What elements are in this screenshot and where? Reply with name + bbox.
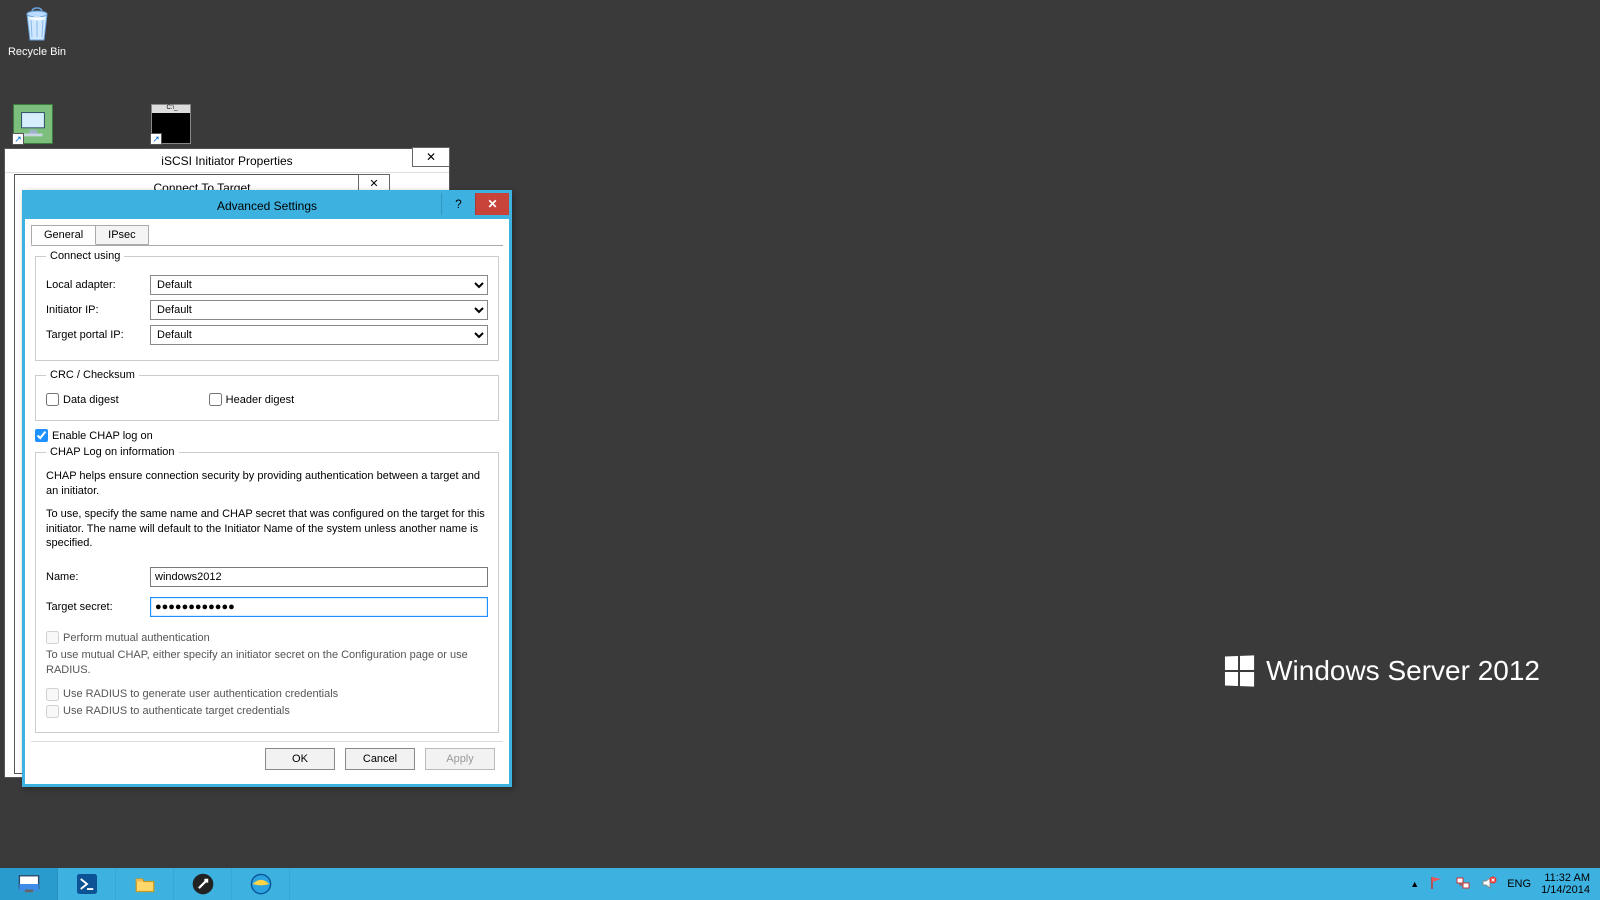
close-button[interactable]: ✕ (475, 193, 509, 215)
taskbar: ▲ ENG 11:32 AM 1/14/2014 (0, 868, 1600, 900)
mutual-auth-info: To use mutual CHAP, either specify an in… (46, 648, 488, 678)
os-watermark: Windows Server 2012 (1224, 655, 1540, 687)
taskbar-server-manager[interactable] (0, 868, 58, 900)
dialog-titlebar[interactable]: Advanced Settings ? ✕ (25, 193, 509, 219)
tab-ipsec[interactable]: IPsec (95, 225, 149, 245)
tray-overflow-icon[interactable]: ▲ (1410, 879, 1419, 889)
tab-general[interactable]: General (31, 225, 96, 245)
chap-info-2: To use, specify the same name and CHAP s… (46, 507, 488, 552)
initiator-ip-select[interactable]: Default (150, 300, 488, 320)
desktop-shortcut-1[interactable]: ↗ (10, 104, 56, 146)
crc-legend: CRC / Checksum (46, 369, 139, 381)
connect-using-legend: Connect using (46, 250, 124, 262)
help-button[interactable]: ? (441, 193, 475, 215)
tray-network-icon[interactable] (1455, 875, 1471, 894)
cancel-button[interactable]: Cancel (345, 748, 415, 770)
target-secret-input[interactable] (150, 597, 488, 617)
chap-group: CHAP Log on information CHAP helps ensur… (35, 446, 499, 733)
tray-time: 11:32 AM (1541, 872, 1590, 884)
header-digest-checkbox[interactable]: Header digest (209, 393, 295, 406)
mutual-auth-checkbox[interactable]: Perform mutual authentication (46, 631, 488, 644)
radius-authenticate-checkbox[interactable]: Use RADIUS to authenticate target creden… (46, 705, 488, 718)
taskbar-powershell[interactable] (58, 868, 116, 900)
recycle-bin[interactable]: Recycle Bin (2, 4, 72, 58)
chap-name-label: Name: (46, 571, 150, 583)
windows-logo-icon (1225, 655, 1254, 686)
target-portal-ip-select[interactable]: Default (150, 325, 488, 345)
recycle-bin-icon (17, 4, 57, 44)
taskbar-ie[interactable] (232, 868, 290, 900)
taskbar-explorer[interactable] (116, 868, 174, 900)
tray-language[interactable]: ENG (1507, 878, 1531, 890)
target-secret-label: Target secret: (46, 601, 150, 613)
system-tray: ▲ ENG 11:32 AM 1/14/2014 (1410, 872, 1600, 896)
enable-chap-checkbox[interactable]: Enable CHAP log on (35, 429, 503, 442)
tray-volume-icon[interactable] (1481, 875, 1497, 894)
advanced-settings-dialog: Advanced Settings ? ✕ General IPsec Conn… (22, 190, 512, 787)
tray-clock[interactable]: 11:32 AM 1/14/2014 (1541, 872, 1590, 896)
apply-button[interactable]: Apply (425, 748, 495, 770)
computer-icon: ↗ (13, 104, 53, 144)
chap-info-1: CHAP helps ensure connection security by… (46, 469, 488, 499)
taskbar-app-round[interactable] (174, 868, 232, 900)
crc-group: CRC / Checksum Data digest Header digest (35, 369, 499, 421)
cmd-icon: C:\_ ↗ (151, 104, 191, 144)
watermark-text: Windows Server 2012 (1266, 655, 1540, 687)
iscsi-properties-title[interactable]: iSCSI Initiator Properties (5, 149, 449, 173)
target-portal-ip-label: Target portal IP: (46, 329, 150, 341)
ok-button[interactable]: OK (265, 748, 335, 770)
recycle-bin-label: Recycle Bin (2, 46, 72, 58)
tab-strip: General IPsec (31, 225, 503, 246)
tray-flag-icon[interactable] (1429, 875, 1445, 894)
chap-name-input[interactable] (150, 567, 488, 587)
shortcut-arrow-icon: ↗ (12, 133, 24, 145)
radius-generate-checkbox[interactable]: Use RADIUS to generate user authenticati… (46, 688, 488, 701)
dialog-title: Advanced Settings (217, 199, 317, 213)
local-adapter-label: Local adapter: (46, 279, 150, 291)
tray-date: 1/14/2014 (1541, 884, 1590, 896)
local-adapter-select[interactable]: Default (150, 275, 488, 295)
iscsi-properties-close-button[interactable]: ✕ (412, 147, 450, 167)
connect-using-group: Connect using Local adapter: Default Ini… (35, 250, 499, 361)
data-digest-checkbox[interactable]: Data digest (46, 393, 119, 406)
chap-legend: CHAP Log on information (46, 446, 179, 458)
initiator-ip-label: Initiator IP: (46, 304, 150, 316)
shortcut-arrow-icon: ↗ (150, 133, 162, 145)
desktop-shortcut-cmd[interactable]: C:\_ ↗ (148, 104, 194, 146)
